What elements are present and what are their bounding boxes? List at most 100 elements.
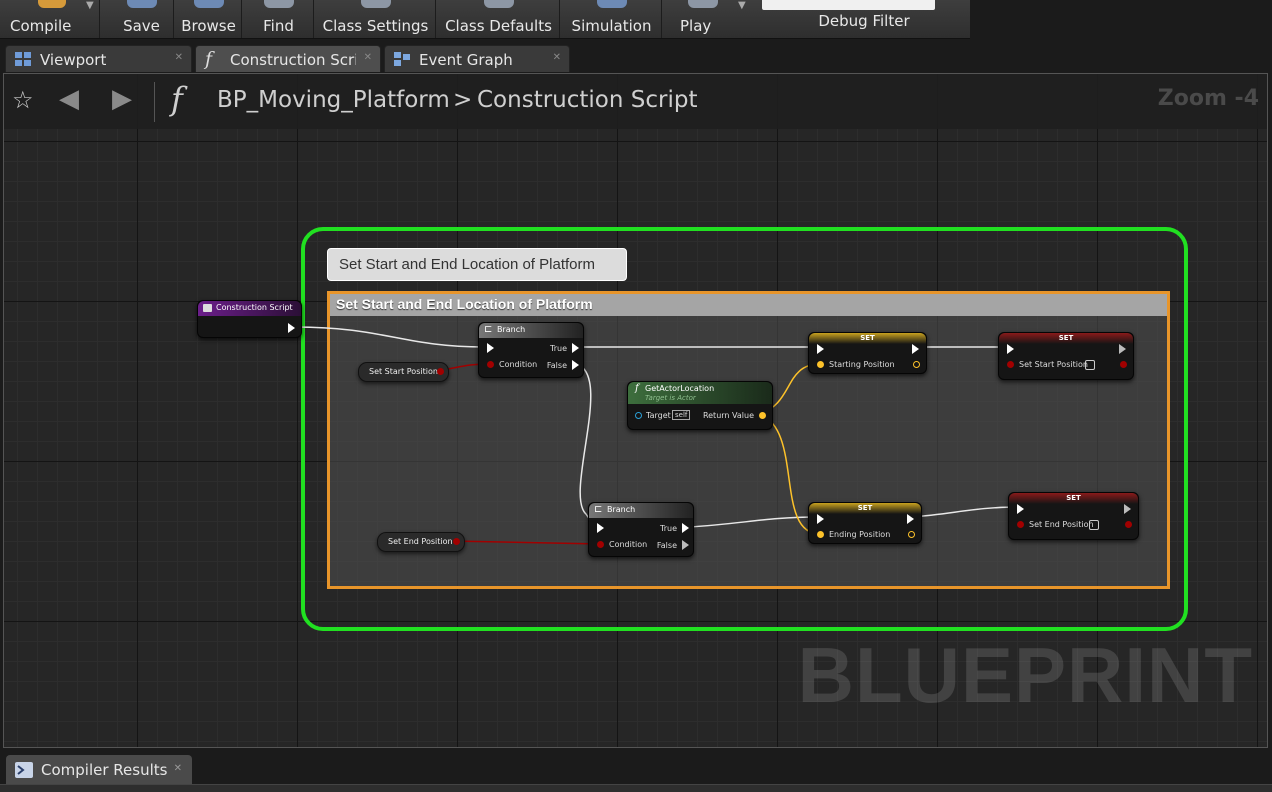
set-end-position-variable[interactable]: Set End Position <box>377 532 465 552</box>
debug-filter-dropdown[interactable] <box>762 0 935 10</box>
class-defaults-icon <box>483 0 514 8</box>
exec-in-pin[interactable] <box>487 343 494 353</box>
branch-node-1[interactable]: ⊏ Branch True Condition False <box>478 322 584 378</box>
exec-in-pin[interactable] <box>1017 504 1024 514</box>
set-ending-position-node[interactable]: SET Ending Position <box>808 502 922 544</box>
exec-out-pin[interactable] <box>1124 504 1131 514</box>
vector-out-pin[interactable] <box>908 531 915 538</box>
compile-button[interactable]: Compile ▼ <box>0 0 100 38</box>
condition-pin[interactable] <box>487 361 494 368</box>
target-pin[interactable] <box>635 412 642 419</box>
set-start-position-variable[interactable]: Set Start Position <box>358 362 449 382</box>
condition-pin[interactable] <box>597 541 604 548</box>
vector-out-pin[interactable] <box>913 361 920 368</box>
play-dropdown-icon[interactable]: ▼ <box>738 0 746 11</box>
exec-out-pin[interactable] <box>912 344 919 354</box>
close-icon[interactable]: ✕ <box>553 52 561 63</box>
vector-in-pin[interactable] <box>817 531 824 538</box>
set-end-position-variable-label: Set End Position <box>388 537 453 546</box>
bool-in-pin[interactable] <box>1017 521 1024 528</box>
set-end-position-bool-node[interactable]: SET Set End Position <box>1008 492 1139 540</box>
find-label: Find <box>263 17 294 35</box>
tab-event-graph[interactable]: Event Graph ✕ <box>384 45 570 72</box>
true-pin-label: True <box>660 524 677 533</box>
branch-icon: ⊏ <box>594 504 603 515</box>
blueprint-toolbar: Compile ▼ Save Browse Find Class Setting… <box>0 0 970 39</box>
class-settings-button[interactable]: Class Settings <box>316 0 436 38</box>
self-value-box[interactable]: self <box>672 410 691 420</box>
target-pin-label: Target <box>646 411 671 420</box>
exec-out-pin[interactable] <box>288 323 295 333</box>
false-pin-label: False <box>546 361 567 370</box>
bool-checkbox[interactable] <box>1085 360 1095 370</box>
viewport-icon <box>15 52 31 66</box>
construction-script-header: Construction Script <box>198 301 301 316</box>
bool-in-pin[interactable] <box>1007 361 1014 368</box>
save-button[interactable]: Save <box>110 0 174 38</box>
construction-script-node[interactable]: Construction Script <box>197 300 302 338</box>
exec-out-pin[interactable] <box>1119 344 1126 354</box>
true-pin-label: True <box>550 344 567 353</box>
true-exec-pin[interactable] <box>572 343 579 353</box>
tab-viewport[interactable]: Viewport ✕ <box>5 45 192 72</box>
save-label: Save <box>123 17 160 35</box>
close-icon[interactable]: ✕ <box>174 763 182 774</box>
tab-construction-script-label: Construction Script <box>230 51 356 69</box>
function-icon: f <box>635 383 639 394</box>
play-label: Play <box>680 17 712 35</box>
ending-position-pin-label: Ending Position <box>829 530 891 539</box>
class-defaults-button[interactable]: Class Defaults <box>438 0 560 38</box>
compile-label: Compile <box>10 17 72 35</box>
branch-node-1-header: ⊏ Branch <box>479 323 583 338</box>
exec-in-pin[interactable] <box>817 344 824 354</box>
vector-in-pin[interactable] <box>817 361 824 368</box>
set-end-position-pin-label: Set End Position <box>1029 520 1094 529</box>
exec-in-pin[interactable] <box>817 514 824 524</box>
bool-out-pin[interactable] <box>1125 521 1132 528</box>
branch-icon: ⊏ <box>484 324 493 335</box>
compiler-results-icon <box>15 762 33 778</box>
set-start-position-variable-label: Set Start Position <box>369 367 438 376</box>
save-icon <box>126 0 157 8</box>
false-exec-pin[interactable] <box>572 360 579 370</box>
blueprint-graph-canvas[interactable]: ☆ ◀ ▶ f BP_Moving_Platform > Constructio… <box>3 73 1268 748</box>
set-starting-position-node[interactable]: SET Starting Position <box>808 332 927 374</box>
branch-node-2[interactable]: ⊏ Branch True Condition False <box>588 502 694 557</box>
condition-pin-label: Condition <box>499 360 538 369</box>
browse-button[interactable]: Browse <box>176 0 242 38</box>
bool-out-pin[interactable] <box>437 368 444 375</box>
event-icon <box>203 304 212 312</box>
true-exec-pin[interactable] <box>682 523 689 533</box>
set-start-position-bool-node[interactable]: SET Set Start Position <box>998 332 1134 380</box>
bool-out-pin[interactable] <box>453 538 460 545</box>
find-button[interactable]: Find <box>244 0 314 38</box>
compile-dropdown-icon[interactable]: ▼ <box>86 0 94 11</box>
get-actor-location-header: f GetActorLocation Target is Actor <box>628 382 772 404</box>
close-icon[interactable]: ✕ <box>175 52 183 63</box>
simulation-icon <box>596 0 627 8</box>
tab-compiler-results[interactable]: Compiler Results ✕ <box>6 755 192 785</box>
false-pin-label: False <box>656 541 677 550</box>
tab-event-graph-label: Event Graph <box>419 51 513 69</box>
play-icon <box>688 0 718 8</box>
debug-filter-label: Debug Filter <box>818 12 910 30</box>
get-actor-location-subtitle: Target is Actor <box>645 394 696 402</box>
simulation-button[interactable]: Simulation <box>562 0 662 38</box>
false-exec-pin[interactable] <box>682 540 689 550</box>
get-actor-location-node[interactable]: f GetActorLocation Target is Actor Targe… <box>627 381 773 430</box>
browse-label: Browse <box>181 17 236 35</box>
blueprint-watermark: BLUEPRINT <box>797 631 1253 719</box>
tab-construction-script[interactable]: f Construction Script ✕ <box>195 45 381 72</box>
exec-out-pin[interactable] <box>907 514 914 524</box>
play-button[interactable]: Play ▼ <box>664 0 756 38</box>
class-settings-icon <box>360 0 391 8</box>
class-defaults-label: Class Defaults <box>445 17 552 35</box>
exec-in-pin[interactable] <box>597 523 604 533</box>
bool-out-pin[interactable] <box>1120 361 1127 368</box>
exec-in-pin[interactable] <box>1007 344 1014 354</box>
return-value-pin[interactable] <box>759 412 766 419</box>
close-icon[interactable]: ✕ <box>364 52 372 63</box>
bool-checkbox[interactable] <box>1089 520 1099 530</box>
set-starting-position-title: SET <box>809 333 926 344</box>
event-graph-icon <box>394 52 410 66</box>
